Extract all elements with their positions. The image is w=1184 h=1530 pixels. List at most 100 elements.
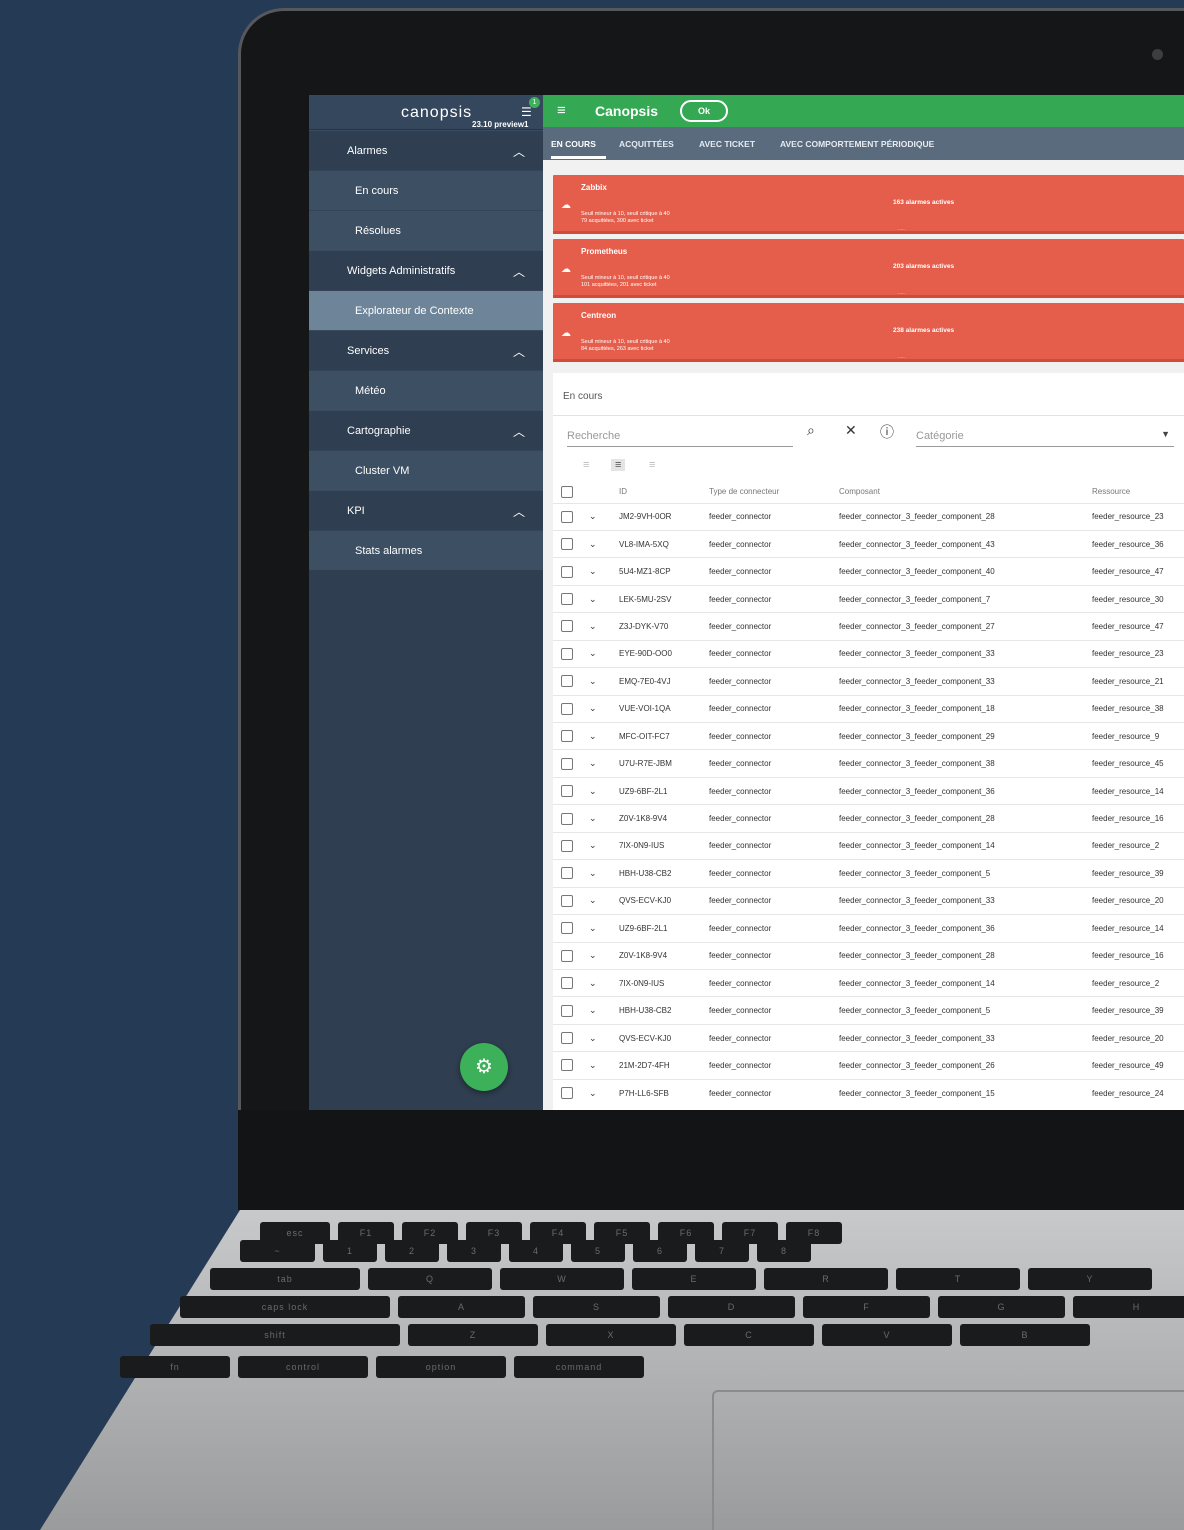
- density-compact-icon[interactable]: ≡: [649, 459, 655, 471]
- expand-chevron-icon[interactable]: ⌄: [589, 1088, 597, 1098]
- service-card-prometheus[interactable]: Prometheus ☁ Seuil mineur à 10, seuil cr…: [553, 239, 1184, 298]
- table-row[interactable]: ⌄ UZ9-6BF-2L1 feeder_connector feeder_conne…: [553, 914, 1184, 942]
- close-icon[interactable]: ✕: [845, 422, 857, 439]
- table-row[interactable]: ⌄ QVS-ECV-KJ0 feeder_connector feeder_conne…: [553, 886, 1184, 915]
- table-row[interactable]: ⌄ Z3J-DYK-V70 feeder_connector feeder_conne…: [553, 612, 1184, 641]
- expand-chevron-icon[interactable]: ⌄: [589, 703, 597, 713]
- tab-en-cours[interactable]: EN COURS: [551, 139, 596, 149]
- row-checkbox[interactable]: [561, 977, 573, 990]
- sidebar-group-services[interactable]: Services ︿: [309, 330, 543, 370]
- sidebar-item-resolues[interactable]: Résolues: [309, 210, 543, 250]
- expand-chevron-icon[interactable]: ⌄: [589, 950, 597, 960]
- expand-chevron-icon[interactable]: ⌄: [589, 758, 597, 768]
- expand-chevron-icon[interactable]: ⌄: [589, 786, 597, 796]
- density-default-icon[interactable]: ≡: [611, 459, 626, 471]
- sidebar-item-stats-alarmes[interactable]: Stats alarmes: [309, 530, 543, 570]
- expand-chevron-icon[interactable]: ⌄: [589, 1060, 597, 1070]
- sidebar-group-kpi[interactable]: KPI ︿: [309, 490, 543, 530]
- tab-avec-ticket[interactable]: AVEC TICKET: [699, 139, 755, 149]
- row-checkbox[interactable]: [561, 949, 573, 962]
- row-checkbox[interactable]: [561, 839, 573, 852]
- category-select[interactable]: Catégorie ▼: [916, 425, 1174, 447]
- table-row[interactable]: ⌄ U7U-R7E-JBM feeder_connector feeder_conne…: [553, 749, 1184, 778]
- table-row[interactable]: ⌄ QVS-ECV-KJ0 feeder_connector feeder_conne…: [553, 1023, 1184, 1052]
- sidebar-item-cluster-vm[interactable]: Cluster VM: [309, 450, 543, 490]
- row-checkbox[interactable]: [561, 1032, 573, 1045]
- notifications-icon[interactable]: ☰: [521, 105, 532, 119]
- expand-chevron-icon[interactable]: ⌄: [589, 978, 597, 988]
- row-checkbox[interactable]: [561, 1087, 573, 1100]
- table-row[interactable]: ⌄ 7IX-0N9-IUS feeder_connector feeder_conne…: [553, 968, 1184, 997]
- expand-chevron-icon[interactable]: ⌄: [589, 566, 597, 576]
- table-row[interactable]: ⌄ EMQ-7E0-4VJ feeder_connector feeder_conne…: [553, 667, 1184, 696]
- row-checkbox[interactable]: [561, 785, 573, 798]
- row-checkbox[interactable]: [561, 894, 573, 907]
- table-row[interactable]: ⌄ LEK-5MU-2SV feeder_connector feeder_conne…: [553, 584, 1184, 613]
- row-checkbox[interactable]: [561, 1059, 573, 1072]
- tab-acquittees[interactable]: ACQUITTÉES: [619, 139, 674, 149]
- table-row[interactable]: ⌄ VUE-VOI-1QA feeder_connector feeder_conne…: [553, 694, 1184, 723]
- table-row[interactable]: ⌄ JM2-9VH-0OR feeder_connector feeder_conne…: [553, 502, 1184, 531]
- sidebar-group-cartographie[interactable]: Cartographie ︿: [309, 410, 543, 450]
- row-checkbox[interactable]: [561, 565, 573, 578]
- row-checkbox[interactable]: [561, 812, 573, 825]
- row-checkbox[interactable]: [561, 593, 573, 606]
- expand-chevron-icon[interactable]: ⌄: [589, 648, 597, 658]
- expand-chevron-icon[interactable]: ⌄: [589, 1033, 597, 1043]
- hamburger-menu-icon[interactable]: ≡: [557, 102, 566, 119]
- canopsis-logo[interactable]: canopsis: [401, 104, 472, 122]
- table-row[interactable]: ⌄ HBH-U38-CB2 feeder_connector feeder_conne…: [553, 996, 1184, 1025]
- row-checkbox[interactable]: [561, 620, 573, 633]
- table-row[interactable]: ⌄ Z0V-1K8-9V4 feeder_connector feeder_conne…: [553, 941, 1184, 970]
- sidebar-item-meteo[interactable]: Météo: [309, 370, 543, 410]
- column-header-id[interactable]: ID: [619, 481, 709, 503]
- row-checkbox[interactable]: [561, 757, 573, 770]
- expand-chevron-icon[interactable]: ⌄: [589, 895, 597, 905]
- tab-comportement-periodique[interactable]: AVEC COMPORTEMENT PÉRIODIQUE: [780, 139, 934, 149]
- expand-chevron-icon[interactable]: ⌄: [589, 511, 597, 521]
- table-row[interactable]: ⌄ MFC-OIT-FC7 feeder_connector feeder_conne…: [553, 721, 1184, 750]
- table-row[interactable]: ⌄ 7IX-0N9-IUS feeder_connector feeder_conne…: [553, 831, 1184, 860]
- expand-chevron-icon[interactable]: ⌄: [589, 621, 597, 631]
- row-checkbox[interactable]: [561, 675, 573, 688]
- table-row[interactable]: ⌄ HBH-U38-CB2 feeder_connector feeder_conne…: [553, 859, 1184, 888]
- table-row[interactable]: ⌄ Z0V-1K8-9V4 feeder_connector feeder_conne…: [553, 804, 1184, 833]
- search-icon[interactable]: ⌕: [807, 422, 815, 439]
- help-icon[interactable]: ⓘ: [880, 422, 894, 442]
- table-row[interactable]: ⌄ P7H-LL6-SFB feeder_connector feeder_conne…: [553, 1078, 1184, 1107]
- settings-fab-button[interactable]: ⚙: [460, 1043, 508, 1091]
- expand-chevron-icon[interactable]: ⌄: [589, 840, 597, 850]
- sidebar-group-alarmes[interactable]: Alarmes ︿: [309, 130, 543, 170]
- row-checkbox[interactable]: [561, 510, 573, 523]
- expand-chevron-icon[interactable]: ⌄: [589, 731, 597, 741]
- expand-chevron-icon[interactable]: ⌄: [589, 594, 597, 604]
- row-checkbox[interactable]: [561, 1004, 573, 1017]
- service-card-zabbix[interactable]: Zabbix ☁ Seuil mineur à 10, seuil critiq…: [553, 175, 1184, 234]
- table-row[interactable]: ⌄ UZ9-6BF-2L1 feeder_connector feeder_conne…: [553, 776, 1184, 805]
- service-card-centreon[interactable]: Centreon ☁ Seuil mineur à 10, seuil crit…: [553, 303, 1184, 362]
- row-checkbox[interactable]: [561, 702, 573, 715]
- row-checkbox[interactable]: [561, 922, 573, 935]
- sidebar-group-widgets[interactable]: Widgets Administratifs ︿: [309, 250, 543, 290]
- select-all-checkbox[interactable]: [561, 485, 573, 498]
- sidebar-item-explorateur[interactable]: Explorateur de Contexte: [309, 290, 543, 330]
- row-checkbox[interactable]: [561, 538, 573, 551]
- table-row[interactable]: ⌄ 5U4-MZ1-8CP feeder_connector feeder_conne…: [553, 557, 1184, 586]
- expand-chevron-icon[interactable]: ⌄: [589, 868, 597, 878]
- row-checkbox[interactable]: [561, 647, 573, 660]
- status-badge[interactable]: Ok: [680, 100, 728, 122]
- table-row[interactable]: ⌄ VL8-IMA-5XQ feeder_connector feeder_conne…: [553, 529, 1184, 558]
- expand-chevron-icon[interactable]: ⌄: [589, 1005, 597, 1015]
- column-header-resource[interactable]: Ressource: [1092, 481, 1184, 503]
- column-header-component[interactable]: Composant: [839, 481, 1092, 503]
- table-row[interactable]: ⌄ EYE-90D-OO0 feeder_connector feeder_conne…: [553, 639, 1184, 668]
- sidebar-item-en-cours[interactable]: En cours: [309, 170, 543, 210]
- expand-chevron-icon[interactable]: ⌄: [589, 539, 597, 549]
- density-comfortable-icon[interactable]: ≡: [583, 459, 589, 471]
- expand-chevron-icon[interactable]: ⌄: [589, 923, 597, 933]
- row-checkbox[interactable]: [561, 867, 573, 880]
- row-checkbox[interactable]: [561, 730, 573, 743]
- expand-chevron-icon[interactable]: ⌄: [589, 676, 597, 686]
- search-input[interactable]: [567, 425, 793, 447]
- expand-chevron-icon[interactable]: ⌄: [589, 813, 597, 823]
